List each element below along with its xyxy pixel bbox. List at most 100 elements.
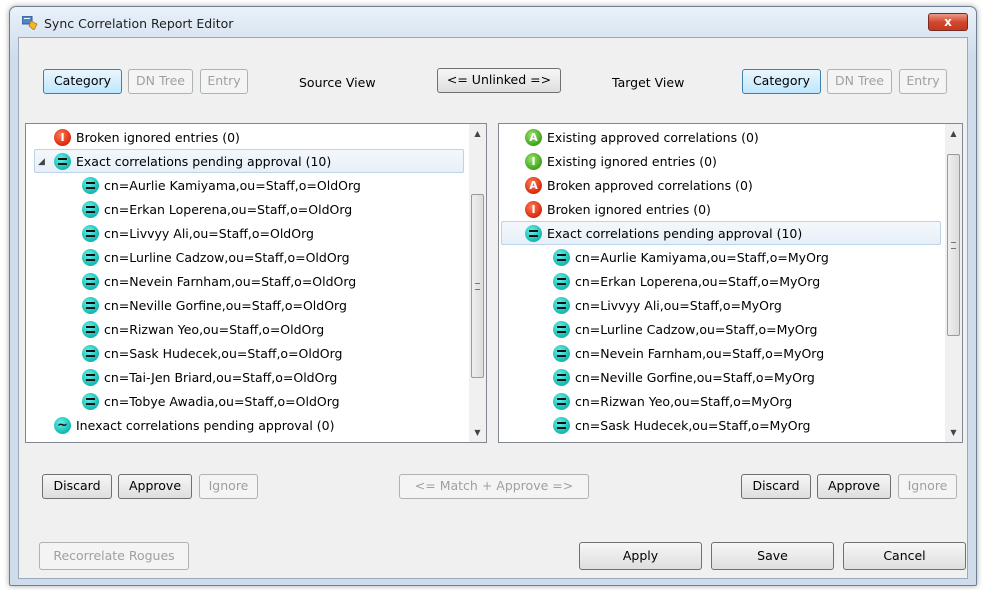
app-icon [22, 16, 38, 30]
tree-item-label: cn=Livvyy Ali,ou=Staff,o=MyOrg [575, 298, 782, 313]
exact-match-icon [82, 273, 99, 290]
tree-category-item[interactable]: ◢ Exact correlations pending approval (10… [26, 150, 466, 174]
tree-child-item[interactable]: cn=Livvyy Ali,ou=Staff,o=OldOrg [26, 222, 466, 246]
exact-match-icon [553, 369, 570, 386]
tree-item-label: Broken ignored entries (0) [547, 202, 711, 217]
tree-child-item[interactable]: cn=Sask Hudecek,ou=Staff,o=MyOrg [499, 414, 944, 438]
tree-item-label: cn=Lurline Cadzow,ou=Staff,o=MyOrg [575, 322, 818, 337]
exact-match-icon [82, 201, 99, 218]
tree-child-item[interactable]: cn=Nevein Farnham,ou=Staff,o=MyOrg [499, 342, 944, 366]
tree-child-item[interactable]: cn=Tobye Awadia,ou=Staff,o=OldOrg [26, 390, 466, 414]
exact-match-icon [82, 321, 99, 338]
tree-item-label: cn=Rizwan Yeo,ou=Staff,o=OldOrg [104, 322, 325, 337]
tree-item-label: cn=Tai-Jen Briard,ou=Staff,o=OldOrg [104, 370, 338, 385]
ignored-icon: I [525, 153, 542, 170]
tree-child-item[interactable]: cn=Aurlie Kamiyama,ou=Staff,o=MyOrg [499, 246, 944, 270]
tree-child-item[interactable]: cn=Lurline Cadzow,ou=Staff,o=MyOrg [499, 318, 944, 342]
source-view-label: Source View [299, 75, 376, 90]
scroll-up-icon[interactable]: ▲ [945, 125, 962, 142]
target-dn-tree-button[interactable]: DN Tree [827, 69, 892, 94]
scroll-down-icon[interactable]: ▼ [469, 424, 486, 441]
tree-child-item[interactable]: cn=Erkan Loperena,ou=Staff,o=OldOrg [26, 198, 466, 222]
target-ignore-button[interactable]: Ignore [898, 474, 957, 499]
tree-item-label: cn=Sask Hudecek,ou=Staff,o=OldOrg [104, 346, 343, 361]
tree-category-item[interactable]: I Broken ignored entries (0) [499, 198, 944, 222]
approved-icon: A [525, 177, 542, 194]
close-icon: x [944, 15, 952, 29]
tree-child-item[interactable]: cn=Tai-Jen Briard,ou=Staff,o=OldOrg [26, 366, 466, 390]
tree-item-label: Exact correlations pending approval (10) [547, 226, 803, 241]
window-title: Sync Correlation Report Editor [44, 16, 234, 31]
tree-item-label: Inexact correlations pending approval (0… [76, 418, 335, 433]
match-approve-button[interactable]: <= Match + Approve => [399, 474, 589, 499]
scroll-down-icon[interactable]: ▼ [945, 424, 962, 441]
save-button[interactable]: Save [711, 542, 834, 570]
unlinked-button[interactable]: <= Unlinked => [437, 68, 561, 93]
tree-category-item[interactable]: ~ Inexact correlations pending approval (… [26, 414, 466, 438]
tree-child-item[interactable]: cn=Erkan Loperena,ou=Staff,o=MyOrg [499, 270, 944, 294]
recorrelate-rogues-button[interactable]: Recorrelate Rogues [39, 542, 189, 570]
tree-item-label: cn=Nevein Farnham,ou=Staff,o=OldOrg [104, 274, 357, 289]
tree-category-item[interactable]: I Existing ignored entries (0) [499, 150, 944, 174]
grip-icon [475, 283, 480, 290]
exact-match-icon [525, 225, 542, 242]
dialog-window: Sync Correlation Report Editor x Categor… [9, 6, 977, 586]
exact-match-icon [553, 393, 570, 410]
tree-child-item[interactable]: cn=Rizwan Yeo,ou=Staff,o=OldOrg [26, 318, 466, 342]
target-view-label: Target View [612, 75, 685, 90]
tree-item-label: Broken approved correlations (0) [547, 178, 753, 193]
tree-item-label: cn=Neville Gorfine,ou=Staff,o=OldOrg [104, 298, 347, 313]
tree-item-label: Broken ignored entries (0) [76, 130, 240, 145]
tree-category-item[interactable]: I Broken ignored entries (0) [26, 126, 466, 150]
exact-match-icon [553, 345, 570, 362]
scroll-up-icon[interactable]: ▲ [469, 125, 486, 142]
target-scrollbar[interactable]: ▲ ▼ [945, 124, 962, 442]
tree-item-label: cn=Tobye Awadia,ou=Staff,o=OldOrg [104, 394, 340, 409]
tree-child-item[interactable]: cn=Rizwan Yeo,ou=Staff,o=MyOrg [499, 390, 944, 414]
source-discard-button[interactable]: Discard [42, 474, 112, 499]
target-discard-button[interactable]: Discard [741, 474, 811, 499]
cancel-button[interactable]: Cancel [843, 542, 966, 570]
tree-item-label: cn=Nevein Farnham,ou=Staff,o=MyOrg [575, 346, 825, 361]
exact-match-icon [82, 177, 99, 194]
tree-category-item[interactable]: Exact correlations pending approval (10) [499, 222, 944, 246]
source-approve-button[interactable]: Approve [118, 474, 192, 499]
apply-button[interactable]: Apply [579, 542, 702, 570]
source-ignore-button[interactable]: Ignore [199, 474, 258, 499]
target-category-button[interactable]: Category [742, 69, 821, 94]
tree-item-label: cn=Sask Hudecek,ou=Staff,o=MyOrg [575, 418, 811, 433]
title-bar[interactable]: Sync Correlation Report Editor x [10, 7, 976, 37]
source-tree-panel[interactable]: I Broken ignored entries (0) ◢ Exact correl… [25, 123, 487, 443]
tree-item-label: cn=Erkan Loperena,ou=Staff,o=MyOrg [575, 274, 821, 289]
tree-child-item[interactable]: cn=Sask Hudecek,ou=Staff,o=OldOrg [26, 342, 466, 366]
tree-child-item[interactable]: cn=Neville Gorfine,ou=Staff,o=OldOrg [26, 294, 466, 318]
source-scrollbar[interactable]: ▲ ▼ [469, 124, 486, 442]
target-approve-button[interactable]: Approve [817, 474, 891, 499]
target-tree-panel[interactable]: A Existing approved correlations (0) I Exis… [498, 123, 963, 443]
exact-match-icon [82, 249, 99, 266]
tree-child-item[interactable]: cn=Lurline Cadzow,ou=Staff,o=OldOrg [26, 246, 466, 270]
scrollbar-thumb[interactable] [947, 154, 960, 336]
tree-child-item[interactable]: cn=Aurlie Kamiyama,ou=Staff,o=OldOrg [26, 174, 466, 198]
tree-item-label: cn=Rizwan Yeo,ou=Staff,o=MyOrg [575, 394, 793, 409]
close-button[interactable]: x [928, 13, 968, 31]
grip-icon [951, 242, 956, 249]
target-entry-button[interactable]: Entry [899, 69, 947, 94]
expand-arrow-icon[interactable]: ◢ [38, 157, 45, 167]
exact-match-icon [553, 249, 570, 266]
source-dn-tree-button[interactable]: DN Tree [128, 69, 193, 94]
exact-match-icon [553, 273, 570, 290]
exact-match-icon [82, 393, 99, 410]
tree-category-item[interactable]: A Broken approved correlations (0) [499, 174, 944, 198]
scrollbar-thumb[interactable] [471, 194, 484, 378]
ignored-icon: I [54, 129, 71, 146]
tree-category-item[interactable]: A Existing approved correlations (0) [499, 126, 944, 150]
tree-item-label: cn=Lurline Cadzow,ou=Staff,o=OldOrg [104, 250, 350, 265]
exact-match-icon [82, 225, 99, 242]
tree-child-item[interactable]: cn=Neville Gorfine,ou=Staff,o=MyOrg [499, 366, 944, 390]
source-category-button[interactable]: Category [43, 69, 122, 94]
tree-child-item[interactable]: cn=Livvyy Ali,ou=Staff,o=MyOrg [499, 294, 944, 318]
tree-child-item[interactable]: cn=Nevein Farnham,ou=Staff,o=OldOrg [26, 270, 466, 294]
source-entry-button[interactable]: Entry [200, 69, 248, 94]
ignored-icon: I [525, 201, 542, 218]
